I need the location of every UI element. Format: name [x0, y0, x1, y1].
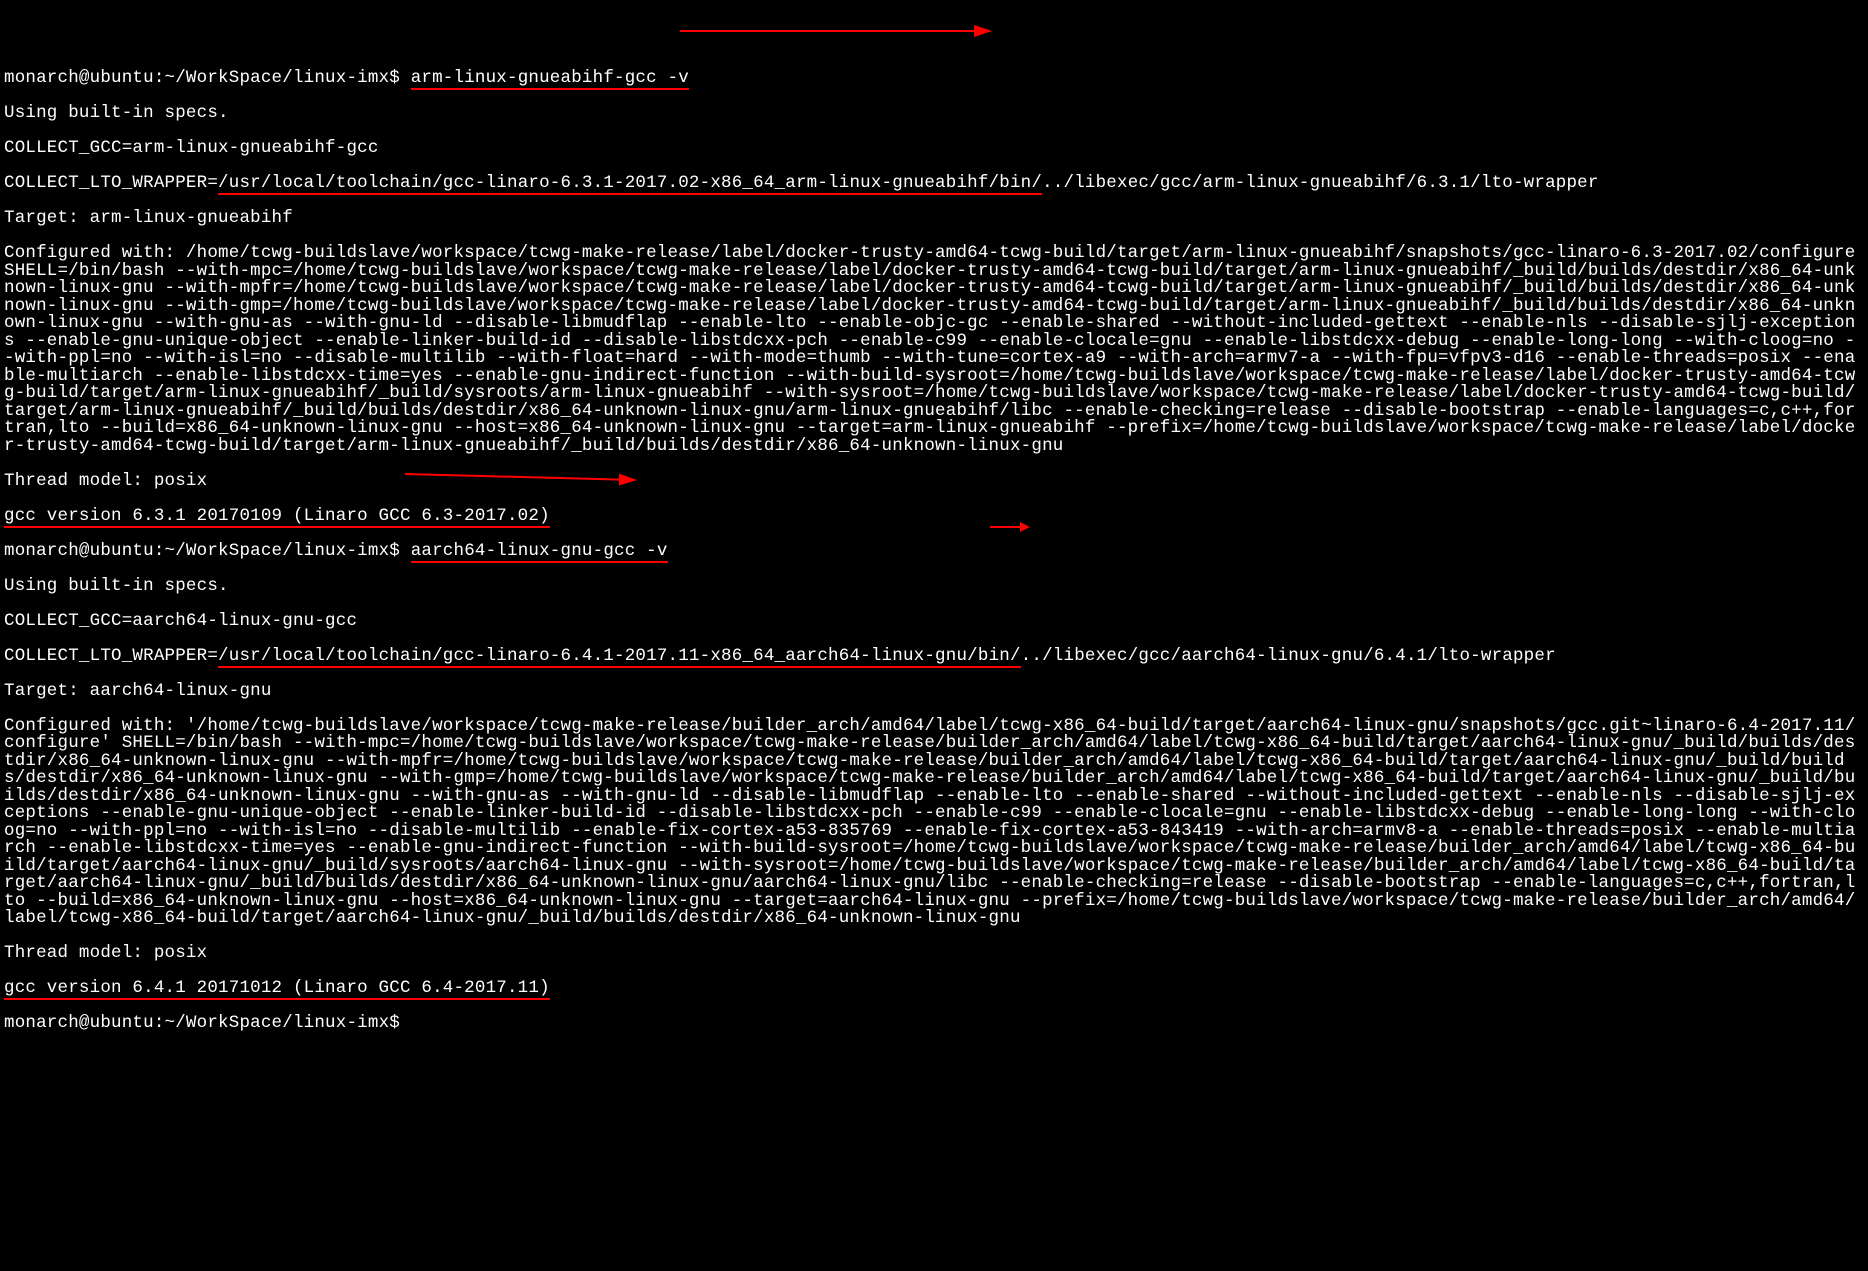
annotation-arrow-icon	[680, 4, 1000, 57]
output-thread-1: Thread model: posix	[4, 473, 1864, 491]
output-thread-2: Thread model: posix	[4, 945, 1864, 963]
cwd: ~/WorkSpace/linux-imx	[165, 541, 390, 561]
output-target-1: Target: arm-linux-gnueabihf	[4, 210, 1864, 228]
command-2: aarch64-linux-gnu-gcc -v	[411, 541, 668, 563]
user-host: monarch@ubuntu	[4, 68, 154, 88]
cwd: ~/WorkSpace/linux-imx	[165, 1013, 390, 1033]
output-line: Using built-in specs.	[4, 578, 1864, 596]
user-host: monarch@ubuntu	[4, 1013, 154, 1033]
output-line: COLLECT_GCC=arm-linux-gnueabihf-gcc	[4, 140, 1864, 158]
command-1: arm-linux-gnueabihf-gcc -v	[411, 68, 689, 90]
output-line: COLLECT_LTO_WRAPPER=/usr/local/toolchain…	[4, 648, 1864, 666]
output-line: COLLECT_LTO_WRAPPER=/usr/local/toolchain…	[4, 175, 1864, 193]
output-version-1: gcc version 6.3.1 20170109 (Linaro GCC 6…	[4, 508, 1864, 526]
prompt-line-1[interactable]: monarch@ubuntu:~/WorkSpace/linux-imx$ ar…	[4, 70, 1864, 88]
prompt-line-3[interactable]: monarch@ubuntu:~/WorkSpace/linux-imx$	[4, 1015, 1864, 1033]
prompt-line-2[interactable]: monarch@ubuntu:~/WorkSpace/linux-imx$ aa…	[4, 543, 1864, 561]
user-host: monarch@ubuntu	[4, 541, 154, 561]
output-line: Using built-in specs.	[4, 105, 1864, 123]
cwd: ~/WorkSpace/linux-imx	[165, 68, 390, 88]
output-version-2: gcc version 6.4.1 20171012 (Linaro GCC 6…	[4, 980, 1864, 998]
output-target-2: Target: aarch64-linux-gnu	[4, 683, 1864, 701]
output-configured-1: Configured with: /home/tcwg-buildslave/w…	[4, 245, 1864, 455]
output-line: COLLECT_GCC=aarch64-linux-gnu-gcc	[4, 613, 1864, 631]
output-configured-2: Configured with: '/home/tcwg-buildslave/…	[4, 718, 1864, 928]
